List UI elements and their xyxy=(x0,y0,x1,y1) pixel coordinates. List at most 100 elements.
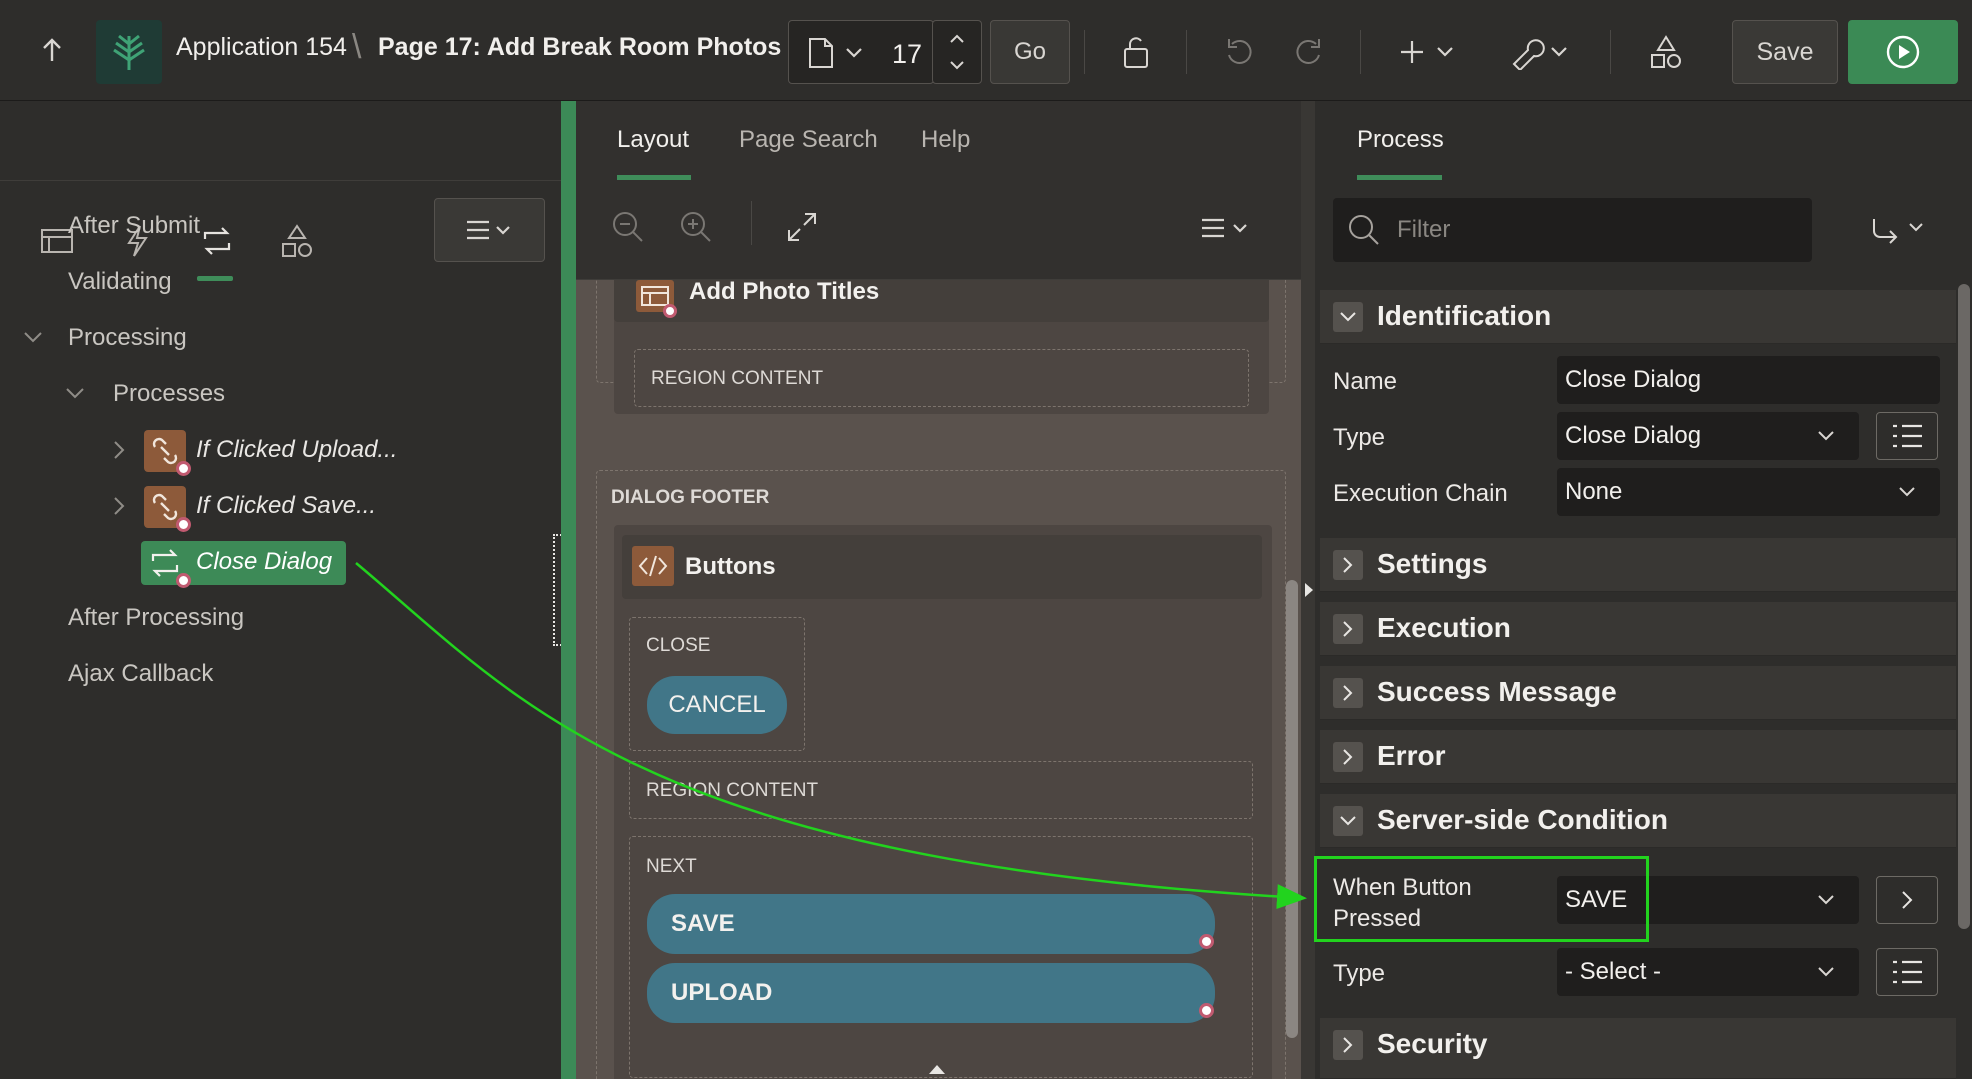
upload-canvas-button-label: UPLOAD xyxy=(671,979,773,1006)
search-icon xyxy=(1349,215,1379,245)
list-button[interactable] xyxy=(1876,948,1938,996)
run-page-button[interactable] xyxy=(1848,20,1958,84)
left-panel-tabs xyxy=(0,101,561,281)
cancel-button[interactable]: CANCEL xyxy=(647,676,787,734)
chevron-down-icon xyxy=(846,48,862,58)
name-label: Name xyxy=(1333,368,1398,395)
undo-icon[interactable] xyxy=(1218,32,1258,72)
app-logo-icon[interactable] xyxy=(96,20,162,84)
canvas-scrollbar[interactable] xyxy=(1286,580,1298,1038)
application-title[interactable]: Application 154 xyxy=(176,33,347,62)
page-icon xyxy=(809,38,833,68)
shared-components-icon[interactable] xyxy=(1646,30,1686,74)
chevron-right-icon[interactable] xyxy=(112,495,126,517)
section-title-security: Security xyxy=(1377,1028,1488,1059)
section-title-settings: Settings xyxy=(1377,548,1488,579)
breadcrumb-separator: \ xyxy=(352,28,362,66)
wrench-icon xyxy=(1512,39,1567,70)
type-label: Type xyxy=(1333,424,1386,451)
utilities-menu-button[interactable] xyxy=(1508,30,1570,74)
active-tab-indicator xyxy=(617,175,691,180)
tab-help[interactable]: Help xyxy=(921,126,970,154)
filter-field[interactable]: Filter xyxy=(1333,198,1812,262)
tree-item-processing[interactable]: Processing xyxy=(68,324,187,352)
execution-chain-label: Execution Chain xyxy=(1333,480,1508,507)
tree-view-menu-button[interactable] xyxy=(434,198,545,262)
create-menu-button[interactable] xyxy=(1398,32,1458,72)
property-editor-scrollbar[interactable] xyxy=(1958,284,1970,929)
chevron-right-icon[interactable] xyxy=(112,439,126,461)
active-tab-indicator xyxy=(1357,175,1442,180)
name-input[interactable]: Close Dialog xyxy=(1557,356,1940,404)
condition-type-value: - Select - xyxy=(1565,958,1662,985)
lock-icon[interactable] xyxy=(1116,32,1156,72)
next-slot-label: NEXT xyxy=(646,856,697,877)
page-selector[interactable]: 17 xyxy=(788,20,934,84)
highlight-box xyxy=(1314,856,1649,942)
region-content-label: REGION CONTENT xyxy=(646,780,819,801)
tree-item-after-processing[interactable]: After Processing xyxy=(68,604,244,632)
zoom-out-icon[interactable] xyxy=(608,207,648,247)
stepper-arrows-icon xyxy=(950,34,964,70)
layout-canvas: Add Photo Titles REGION CONTENT DIALOG F… xyxy=(576,280,1301,1079)
processing-tab-icon[interactable] xyxy=(197,221,237,261)
tree-item-if-clicked-save[interactable]: If Clicked Save... xyxy=(196,492,376,520)
hamburger-chevron-icon xyxy=(466,220,510,240)
chevron-right-icon[interactable] xyxy=(1333,678,1363,708)
up-arrow-icon[interactable] xyxy=(34,32,70,68)
condition-type-select[interactable]: - Select - xyxy=(1557,948,1859,996)
hamburger-chevron-icon xyxy=(1202,218,1247,238)
tab-page-search[interactable]: Page Search xyxy=(739,126,878,154)
chevron-right-icon[interactable] xyxy=(1333,550,1363,580)
caret-up-icon[interactable] xyxy=(928,1063,946,1075)
go-button[interactable]: Go xyxy=(990,20,1070,84)
tab-layout[interactable]: Layout xyxy=(617,126,689,154)
chevron-down-icon xyxy=(1899,487,1915,497)
redo-icon[interactable] xyxy=(1290,32,1330,72)
list-icon xyxy=(1893,960,1922,984)
condition-type-label: Type xyxy=(1333,960,1386,987)
go-to-group-icon xyxy=(1873,219,1923,244)
save-button[interactable]: Save xyxy=(1732,20,1838,84)
chevron-down-icon xyxy=(1818,967,1834,977)
region-title-add-photo-titles[interactable]: Add Photo Titles xyxy=(689,280,879,306)
go-to-button[interactable] xyxy=(1876,876,1938,924)
chevron-right-icon xyxy=(1902,891,1913,909)
save-canvas-button[interactable]: SAVE xyxy=(647,894,1215,954)
close-slot-label: CLOSE xyxy=(646,635,711,656)
section-title-identification: Identification xyxy=(1377,300,1552,331)
chevron-down-icon[interactable] xyxy=(1333,806,1363,836)
chevron-down-icon[interactable] xyxy=(64,386,86,400)
section-title-server-side-condition: Server-side Condition xyxy=(1377,804,1668,835)
layout-menu-button[interactable] xyxy=(1196,211,1256,245)
upload-canvas-button[interactable]: UPLOAD xyxy=(647,963,1215,1023)
chevron-right-icon[interactable] xyxy=(1333,614,1363,644)
section-title-success-message: Success Message xyxy=(1377,676,1617,707)
expand-icon[interactable] xyxy=(782,207,822,247)
go-to-group-button[interactable] xyxy=(1866,212,1932,248)
tree-item-if-clicked-upload[interactable]: If Clicked Upload... xyxy=(196,436,397,464)
region-title-buttons[interactable]: Buttons xyxy=(685,553,776,581)
caret-right-icon[interactable] xyxy=(1303,582,1315,598)
chevron-down-icon[interactable] xyxy=(22,330,44,344)
tree-item-processes[interactable]: Processes xyxy=(113,380,225,408)
page-stepper[interactable] xyxy=(932,20,982,84)
panel-splitter[interactable] xyxy=(561,101,576,1079)
chevron-right-icon[interactable] xyxy=(1333,742,1363,772)
type-select[interactable]: Close Dialog xyxy=(1557,412,1859,460)
page-number-input[interactable]: 17 xyxy=(892,39,922,70)
zoom-in-icon[interactable] xyxy=(676,207,716,247)
tree-item-validating[interactable]: Validating xyxy=(68,268,172,296)
list-button[interactable] xyxy=(1876,412,1938,460)
shared-components-tab-icon[interactable] xyxy=(277,221,317,261)
filter-placeholder: Filter xyxy=(1397,216,1451,243)
tab-process[interactable]: Process xyxy=(1357,126,1444,154)
chevron-down-icon[interactable] xyxy=(1333,302,1363,332)
tree-item-after-submit[interactable]: After Submit xyxy=(68,212,200,240)
tree-item-ajax-callback[interactable]: Ajax Callback xyxy=(68,660,213,688)
execution-chain-select[interactable]: None xyxy=(1557,468,1940,516)
tree-item-close-dialog[interactable]: Close Dialog xyxy=(196,548,332,576)
type-select-value: Close Dialog xyxy=(1565,422,1702,449)
chevron-right-icon[interactable] xyxy=(1333,1030,1363,1060)
section-title-execution: Execution xyxy=(1377,612,1511,643)
